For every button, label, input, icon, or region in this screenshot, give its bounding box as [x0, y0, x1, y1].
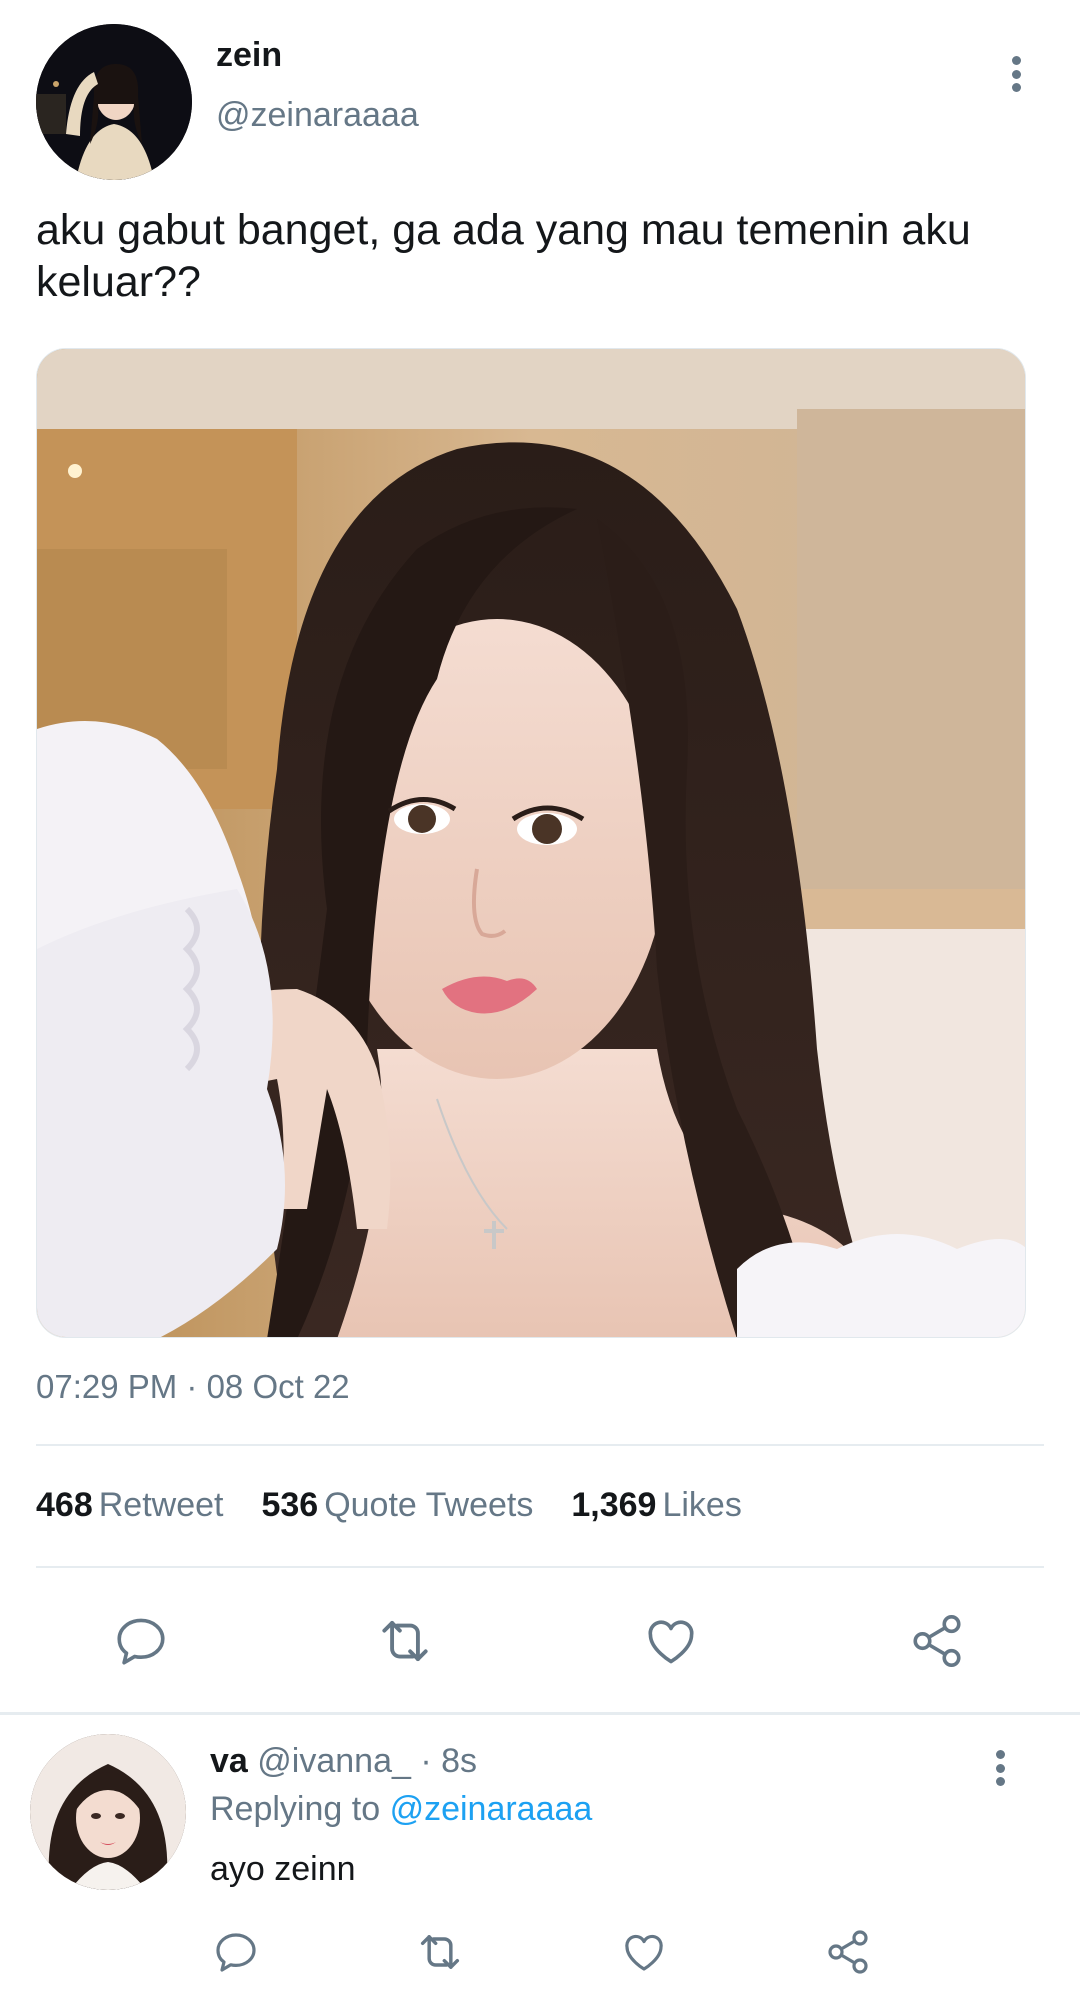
reply-meta[interactable]: @ivanna_ · 8s [257, 1742, 477, 1780]
reply-icon[interactable] [110, 1610, 172, 1672]
more-dot [1011, 69, 1021, 79]
quote-label: Quote Tweets [324, 1486, 534, 1524]
retweet-icon[interactable] [374, 1610, 436, 1672]
tweet-timestamp: 07:29 PM · 08 Oct 22 [36, 1368, 350, 1405]
more-dot [1011, 56, 1021, 65]
tweet-detail-page: zein @zeinaraaaa aku gabut banget, ga ad… [0, 0, 1080, 2004]
tweet-text: aku gabut banget, ga ada yang mau temeni… [36, 206, 971, 306]
like-icon[interactable] [618, 1926, 670, 1978]
divider [36, 1566, 1044, 1568]
likes-stat[interactable]: 1,369 Likes [571, 1486, 741, 1525]
likes-count: 1,369 [571, 1486, 657, 1524]
reply-author-name[interactable]: va [210, 1742, 248, 1780]
more-dot [995, 1777, 1005, 1786]
retweet-count: 468 [36, 1486, 93, 1524]
divider [36, 1444, 1044, 1446]
reply-text: ayo zeinn [210, 1850, 356, 1888]
reply-author-avatar[interactable] [30, 1734, 186, 1890]
reply-header: va @ivanna_ · 8s [210, 1742, 477, 1781]
author-avatar[interactable] [36, 24, 192, 180]
more-dot [1011, 83, 1021, 92]
retweet-stat[interactable]: 468 Retweet [36, 1486, 223, 1525]
tweet-stats: 468 Retweet 536 Quote Tweets 1,369 Likes [36, 1486, 780, 1525]
replying-to: Replying to @zeinaraaaa [210, 1790, 592, 1829]
tweet-media-photo[interactable] [36, 348, 1026, 1338]
more-dot [995, 1750, 1005, 1759]
tweet-action-bar [0, 1610, 1080, 1672]
like-icon[interactable] [640, 1610, 702, 1672]
section-divider [0, 1712, 1080, 1715]
author-handle[interactable]: @zeinaraaaa [216, 96, 419, 135]
author-name[interactable]: zein [216, 36, 282, 75]
share-icon[interactable] [822, 1926, 874, 1978]
quote-count: 536 [261, 1486, 319, 1524]
retweet-label: Retweet [98, 1486, 224, 1524]
quote-stat[interactable]: 536 Quote Tweets [261, 1486, 533, 1525]
reply-action-bar [0, 1926, 1080, 1976]
more-dot [995, 1763, 1005, 1773]
more-options-icon[interactable] [996, 48, 1036, 100]
replying-to-label: Replying to [210, 1790, 381, 1828]
retweet-icon[interactable] [414, 1926, 466, 1978]
replying-to-mention[interactable]: @zeinaraaaa [390, 1790, 593, 1828]
reply-icon[interactable] [210, 1926, 262, 1978]
reply-more-options-icon[interactable] [980, 1742, 1020, 1794]
share-icon[interactable] [906, 1610, 968, 1672]
likes-label: Likes [662, 1486, 742, 1524]
